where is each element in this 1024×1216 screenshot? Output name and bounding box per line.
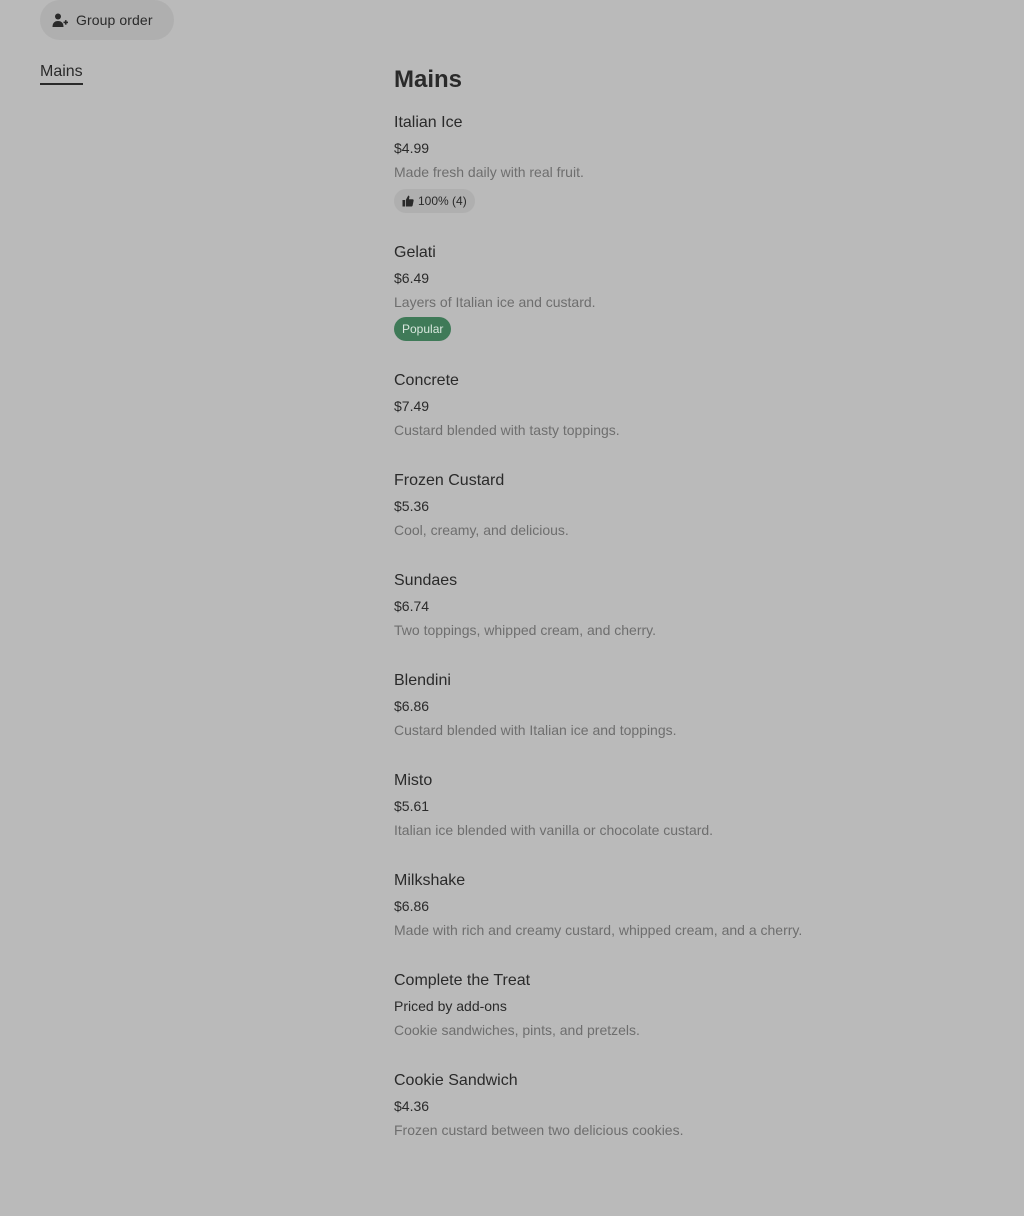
rating-text: 100% (4): [418, 194, 467, 208]
menu-item-concrete[interactable]: Concrete $7.49 Custard blended with tast…: [394, 371, 994, 439]
menu-item-sundaes[interactable]: Sundaes $6.74 Two toppings, whipped crea…: [394, 571, 994, 639]
item-price: $6.86: [394, 898, 430, 914]
menu-item-frozen-custard[interactable]: Frozen Custard $5.36 Cool, creamy, and d…: [394, 471, 994, 539]
menu-item-misto[interactable]: Misto $5.61 Italian ice blended with van…: [394, 771, 994, 839]
item-name: Milkshake: [394, 872, 466, 889]
item-price: $6.86: [394, 698, 430, 714]
menu-section: Mains Italian Ice $4.99 Made fresh daily…: [394, 64, 994, 1139]
item-price: $7.49: [394, 398, 430, 414]
item-name: Complete the Treat: [394, 972, 531, 989]
item-price: Priced by add-ons: [394, 998, 507, 1014]
popular-badge: Popular: [394, 317, 452, 341]
person-plus-icon: [52, 13, 68, 27]
item-price: $4.36: [394, 1098, 430, 1114]
item-price: $5.61: [394, 798, 430, 814]
item-name: Sundaes: [394, 572, 458, 589]
item-name: Concrete: [394, 372, 459, 389]
item-name: Gelati: [394, 244, 436, 261]
item-description: Frozen custard between two delicious coo…: [394, 1122, 684, 1138]
group-order-button[interactable]: Group order: [40, 0, 174, 40]
item-description: Made with rich and creamy custard, whipp…: [394, 922, 803, 938]
menu-item-italian-ice[interactable]: Italian Ice $4.99 Made fresh daily with …: [394, 113, 994, 213]
menu-item-gelati[interactable]: Gelati $6.49 Layers of Italian ice and c…: [394, 243, 994, 341]
item-description: Layers of Italian ice and custard.: [394, 294, 596, 310]
item-name: Misto: [394, 772, 433, 789]
item-description: Two toppings, whipped cream, and cherry.: [394, 622, 656, 638]
menu-item-blendini[interactable]: Blendini $6.86 Custard blended with Ital…: [394, 671, 994, 739]
item-description: Custard blended with tasty toppings.: [394, 422, 620, 438]
sidebar-item-mains[interactable]: Mains: [40, 63, 83, 85]
thumbs-up-icon: [402, 195, 414, 207]
menu-item-complete-the-treat[interactable]: Complete the Treat Priced by add-ons Coo…: [394, 971, 994, 1039]
menu-page: Group order Mains Mains Italian Ice $4.9…: [0, 0, 1024, 1216]
item-price: $6.49: [394, 270, 430, 286]
item-name: Cookie Sandwich: [394, 1072, 518, 1089]
item-description: Made fresh daily with real fruit.: [394, 164, 584, 180]
item-description: Italian ice blended with vanilla or choc…: [394, 822, 714, 838]
menu-item-milkshake[interactable]: Milkshake $6.86 Made with rich and cream…: [394, 871, 994, 939]
section-title: Mains: [394, 66, 463, 93]
rating-badge: 100% (4): [394, 189, 475, 213]
menu-item-cookie-sandwich[interactable]: Cookie Sandwich $4.36 Frozen custard bet…: [394, 1071, 994, 1139]
item-name: Blendini: [394, 672, 451, 689]
item-name: Italian Ice: [394, 114, 463, 131]
item-price: $6.74: [394, 598, 430, 614]
item-price: $4.99: [394, 140, 430, 156]
item-name: Frozen Custard: [394, 472, 505, 489]
group-order-label: Group order: [76, 12, 153, 28]
item-price: $5.36: [394, 498, 430, 514]
item-description: Custard blended with Italian ice and top…: [394, 722, 677, 738]
item-description: Cool, creamy, and delicious.: [394, 522, 569, 538]
item-description: Cookie sandwiches, pints, and pretzels.: [394, 1022, 640, 1038]
